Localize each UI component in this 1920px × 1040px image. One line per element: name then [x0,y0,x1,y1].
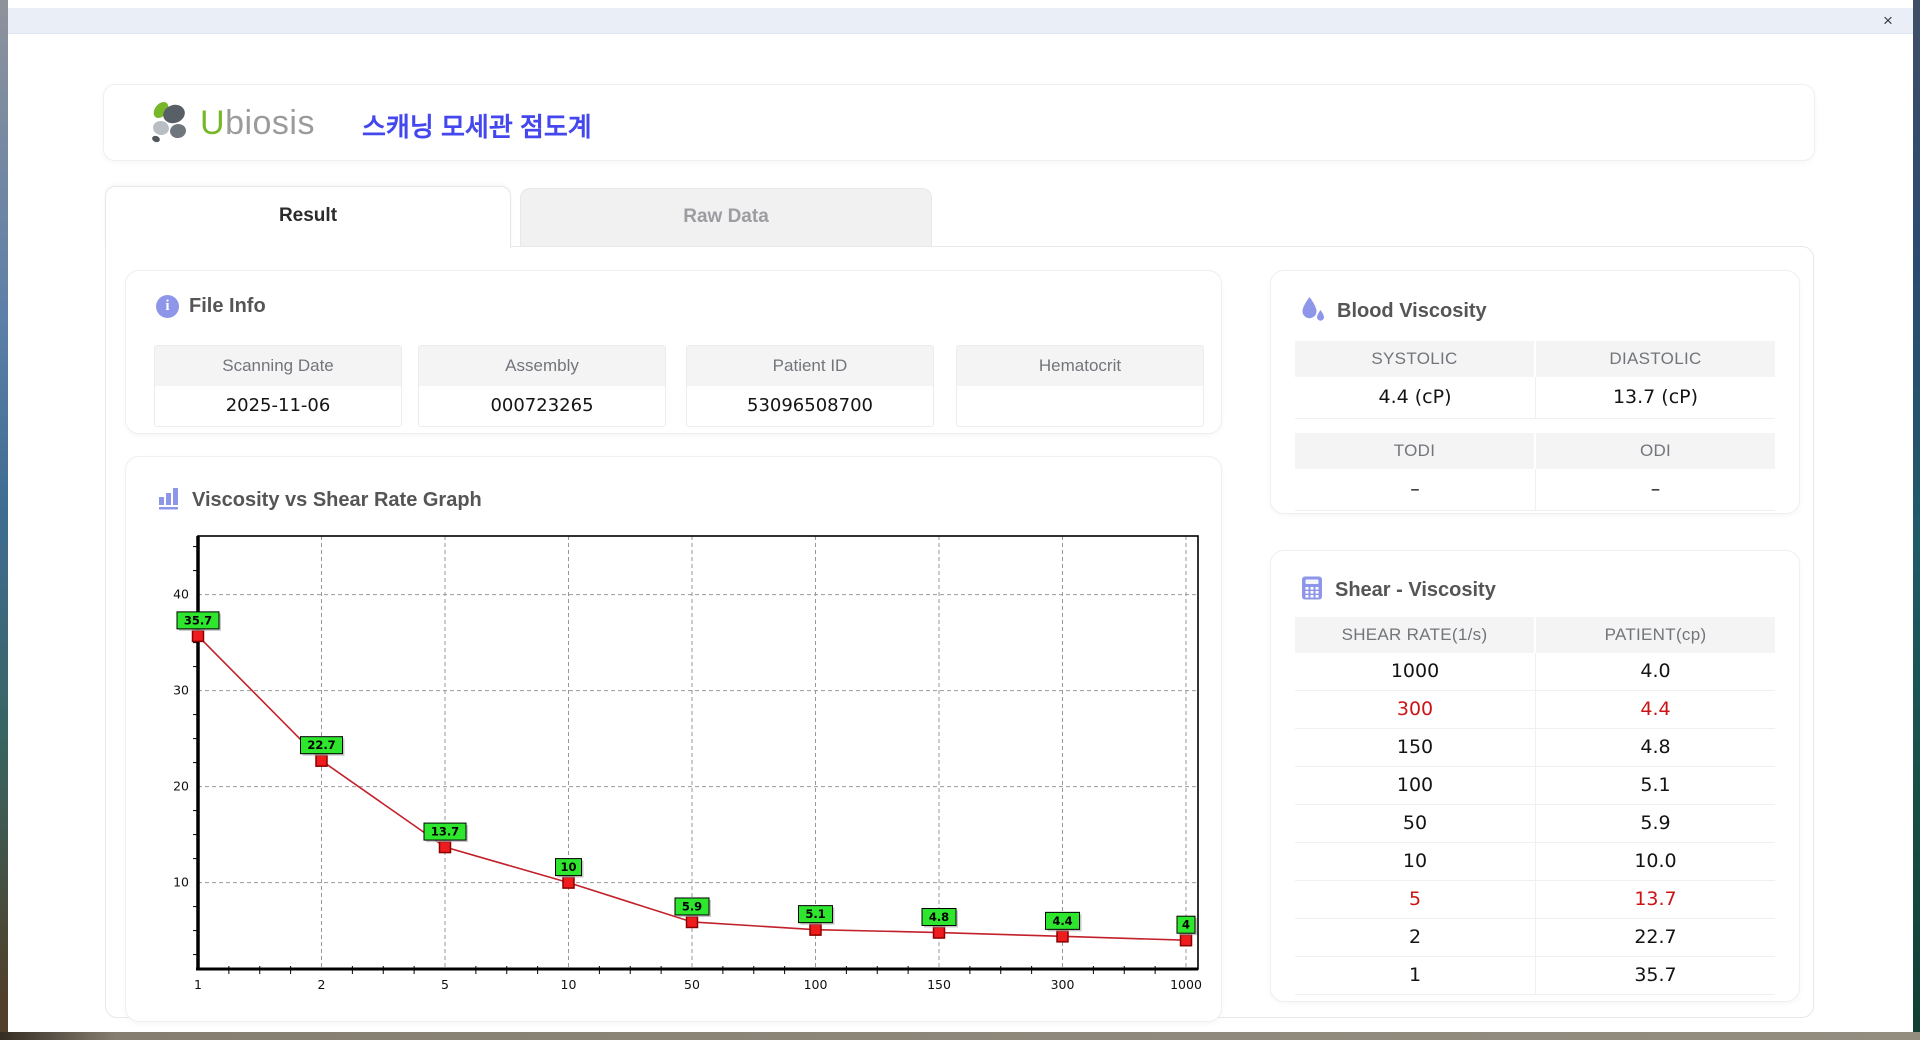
svg-text:300: 300 [1051,977,1075,992]
systolic-value: 4.4 (cP) [1295,377,1535,418]
bar-chart-icon [156,485,182,516]
todi-header: TODI [1295,433,1534,469]
svg-text:13.7: 13.7 [431,825,459,839]
header-card: Ubiosis 스캐닝 모세관 점도계 [103,84,1815,161]
svg-text:5.1: 5.1 [805,907,825,921]
field-patient-id: Patient ID 53096508700 [686,345,934,427]
app-title-korean: 스캐닝 모세관 점도계 [362,112,592,142]
blood-viscosity-card: Blood Viscosity SYSTOLIC DIASTOLIC 4.4 (… [1270,270,1800,514]
table-row: 1000 4.0 [1295,653,1775,691]
shear-rate-cell: 50 [1295,805,1535,842]
svg-text:40: 40 [173,587,189,602]
patient-cell: 4.4 [1535,691,1775,728]
tab-result[interactable]: Result [105,186,511,248]
ubiosis-logo-text: Ubiosis [200,104,315,143]
todi-value: – [1295,469,1535,510]
calculator-icon [1299,575,1325,606]
svg-text:4: 4 [1182,918,1190,932]
svg-text:100: 100 [804,977,828,992]
droplets-icon [1299,295,1327,328]
shear-rate-cell: 150 [1295,729,1535,766]
patient-cell: 4.8 [1535,729,1775,766]
odi-value: – [1535,469,1775,510]
svg-text:50: 50 [684,977,700,992]
field-value: 2025-11-06 [155,386,401,426]
table-row: 5 13.7 [1295,881,1775,919]
shear-viscosity-card: Shear - Viscosity SHEAR RATE(1/s) PATIEN… [1270,550,1800,1002]
shear-rate-cell: 2 [1295,919,1535,956]
desktop-background-right [1913,0,1920,1040]
odi-header: ODI [1536,433,1775,469]
patient-cell: 13.7 [1535,881,1775,918]
diastolic-value: 13.7 (cP) [1535,377,1775,418]
shear-rate-cell: 300 [1295,691,1535,728]
diastolic-header: DIASTOLIC [1536,341,1775,377]
field-label: Scanning Date [155,346,401,386]
patient-cell: 35.7 [1535,957,1775,994]
table-row: 10 10.0 [1295,843,1775,881]
table-row: 1 35.7 [1295,957,1775,995]
field-assembly: Assembly 000723265 [418,345,666,427]
svg-text:1: 1 [194,977,202,992]
patient-cell: 4.0 [1535,653,1775,690]
logo-rest: biosis [225,103,315,142]
shear-rate-cell: 1000 [1295,653,1535,690]
shear-rate-cell: 1 [1295,957,1535,994]
file-info-title: File Info [189,295,266,317]
tab-raw-data[interactable]: Raw Data [520,188,932,246]
viscosity-graph-card: Viscosity vs Shear Rate Graph 35.7 22.7 13… [125,456,1222,1022]
field-hematocrit: Hematocrit [956,345,1204,427]
patient-cell: 10.0 [1535,843,1775,880]
field-label: Hematocrit [957,346,1203,386]
ubiosis-logo-icon [148,98,194,149]
field-value [957,386,1203,426]
window-titlebar[interactable]: × [8,8,1913,34]
field-label: Patient ID [687,346,933,386]
svg-text:10: 10 [560,860,576,874]
patient-cell: 5.9 [1535,805,1775,842]
svg-text:4.4: 4.4 [1052,914,1072,928]
table-row: 2 22.7 [1295,919,1775,957]
blood-viscosity-title: Blood Viscosity [1337,300,1487,322]
info-icon: i [156,295,179,318]
field-value: 000723265 [419,386,665,426]
desktop-background-left [0,0,8,1040]
ubiosis-logo: Ubiosis [148,99,315,147]
svg-text:10: 10 [173,875,189,890]
desktop-background-bottom [0,1032,1920,1040]
svg-text:20: 20 [173,779,189,794]
svg-text:22.7: 22.7 [307,738,335,752]
shear-viscosity-title: Shear - Viscosity [1335,579,1496,601]
patient-cell: 5.1 [1535,767,1775,804]
svg-text:1000: 1000 [1170,977,1202,992]
shear-rate-cell: 10 [1295,843,1535,880]
graph-title: Viscosity vs Shear Rate Graph [192,489,482,511]
svg-text:4.8: 4.8 [929,910,949,924]
patient-cell: 22.7 [1535,919,1775,956]
field-scanning-date: Scanning Date 2025-11-06 [154,345,402,427]
systolic-header: SYSTOLIC [1295,341,1534,377]
shear-rate-cell: 100 [1295,767,1535,804]
svg-text:5: 5 [441,977,449,992]
table-row: 150 4.8 [1295,729,1775,767]
logo-letter-u: U [200,103,226,142]
desktop: × Ubiosis 스캐닝 모세관 점도계 Result Raw Data i … [0,0,1920,1040]
shear-rate-cell: 5 [1295,881,1535,918]
table-row: 50 5.9 [1295,805,1775,843]
svg-text:30: 30 [173,683,189,698]
shear-rate-column-header: SHEAR RATE(1/s) [1295,617,1534,653]
svg-text:10: 10 [561,977,577,992]
table-row: 100 5.1 [1295,767,1775,805]
svg-text:150: 150 [927,977,951,992]
svg-text:5.9: 5.9 [682,899,702,913]
patient-column-header: PATIENT(cp) [1536,617,1775,653]
close-icon[interactable]: × [1877,11,1899,31]
file-info-card: i File Info Scanning Date 2025-11-06 Ass… [125,270,1222,434]
svg-text:2: 2 [318,977,326,992]
field-value: 53096508700 [687,386,933,426]
viscosity-shear-chart: 35.7 22.7 13.7 10 5.9 5.1 4.8 4.4 4 1 2 5 10 50 100 150… [173,535,1202,992]
svg-text:35.7: 35.7 [184,613,212,627]
field-label: Assembly [419,346,665,386]
table-row: 300 4.4 [1295,691,1775,729]
